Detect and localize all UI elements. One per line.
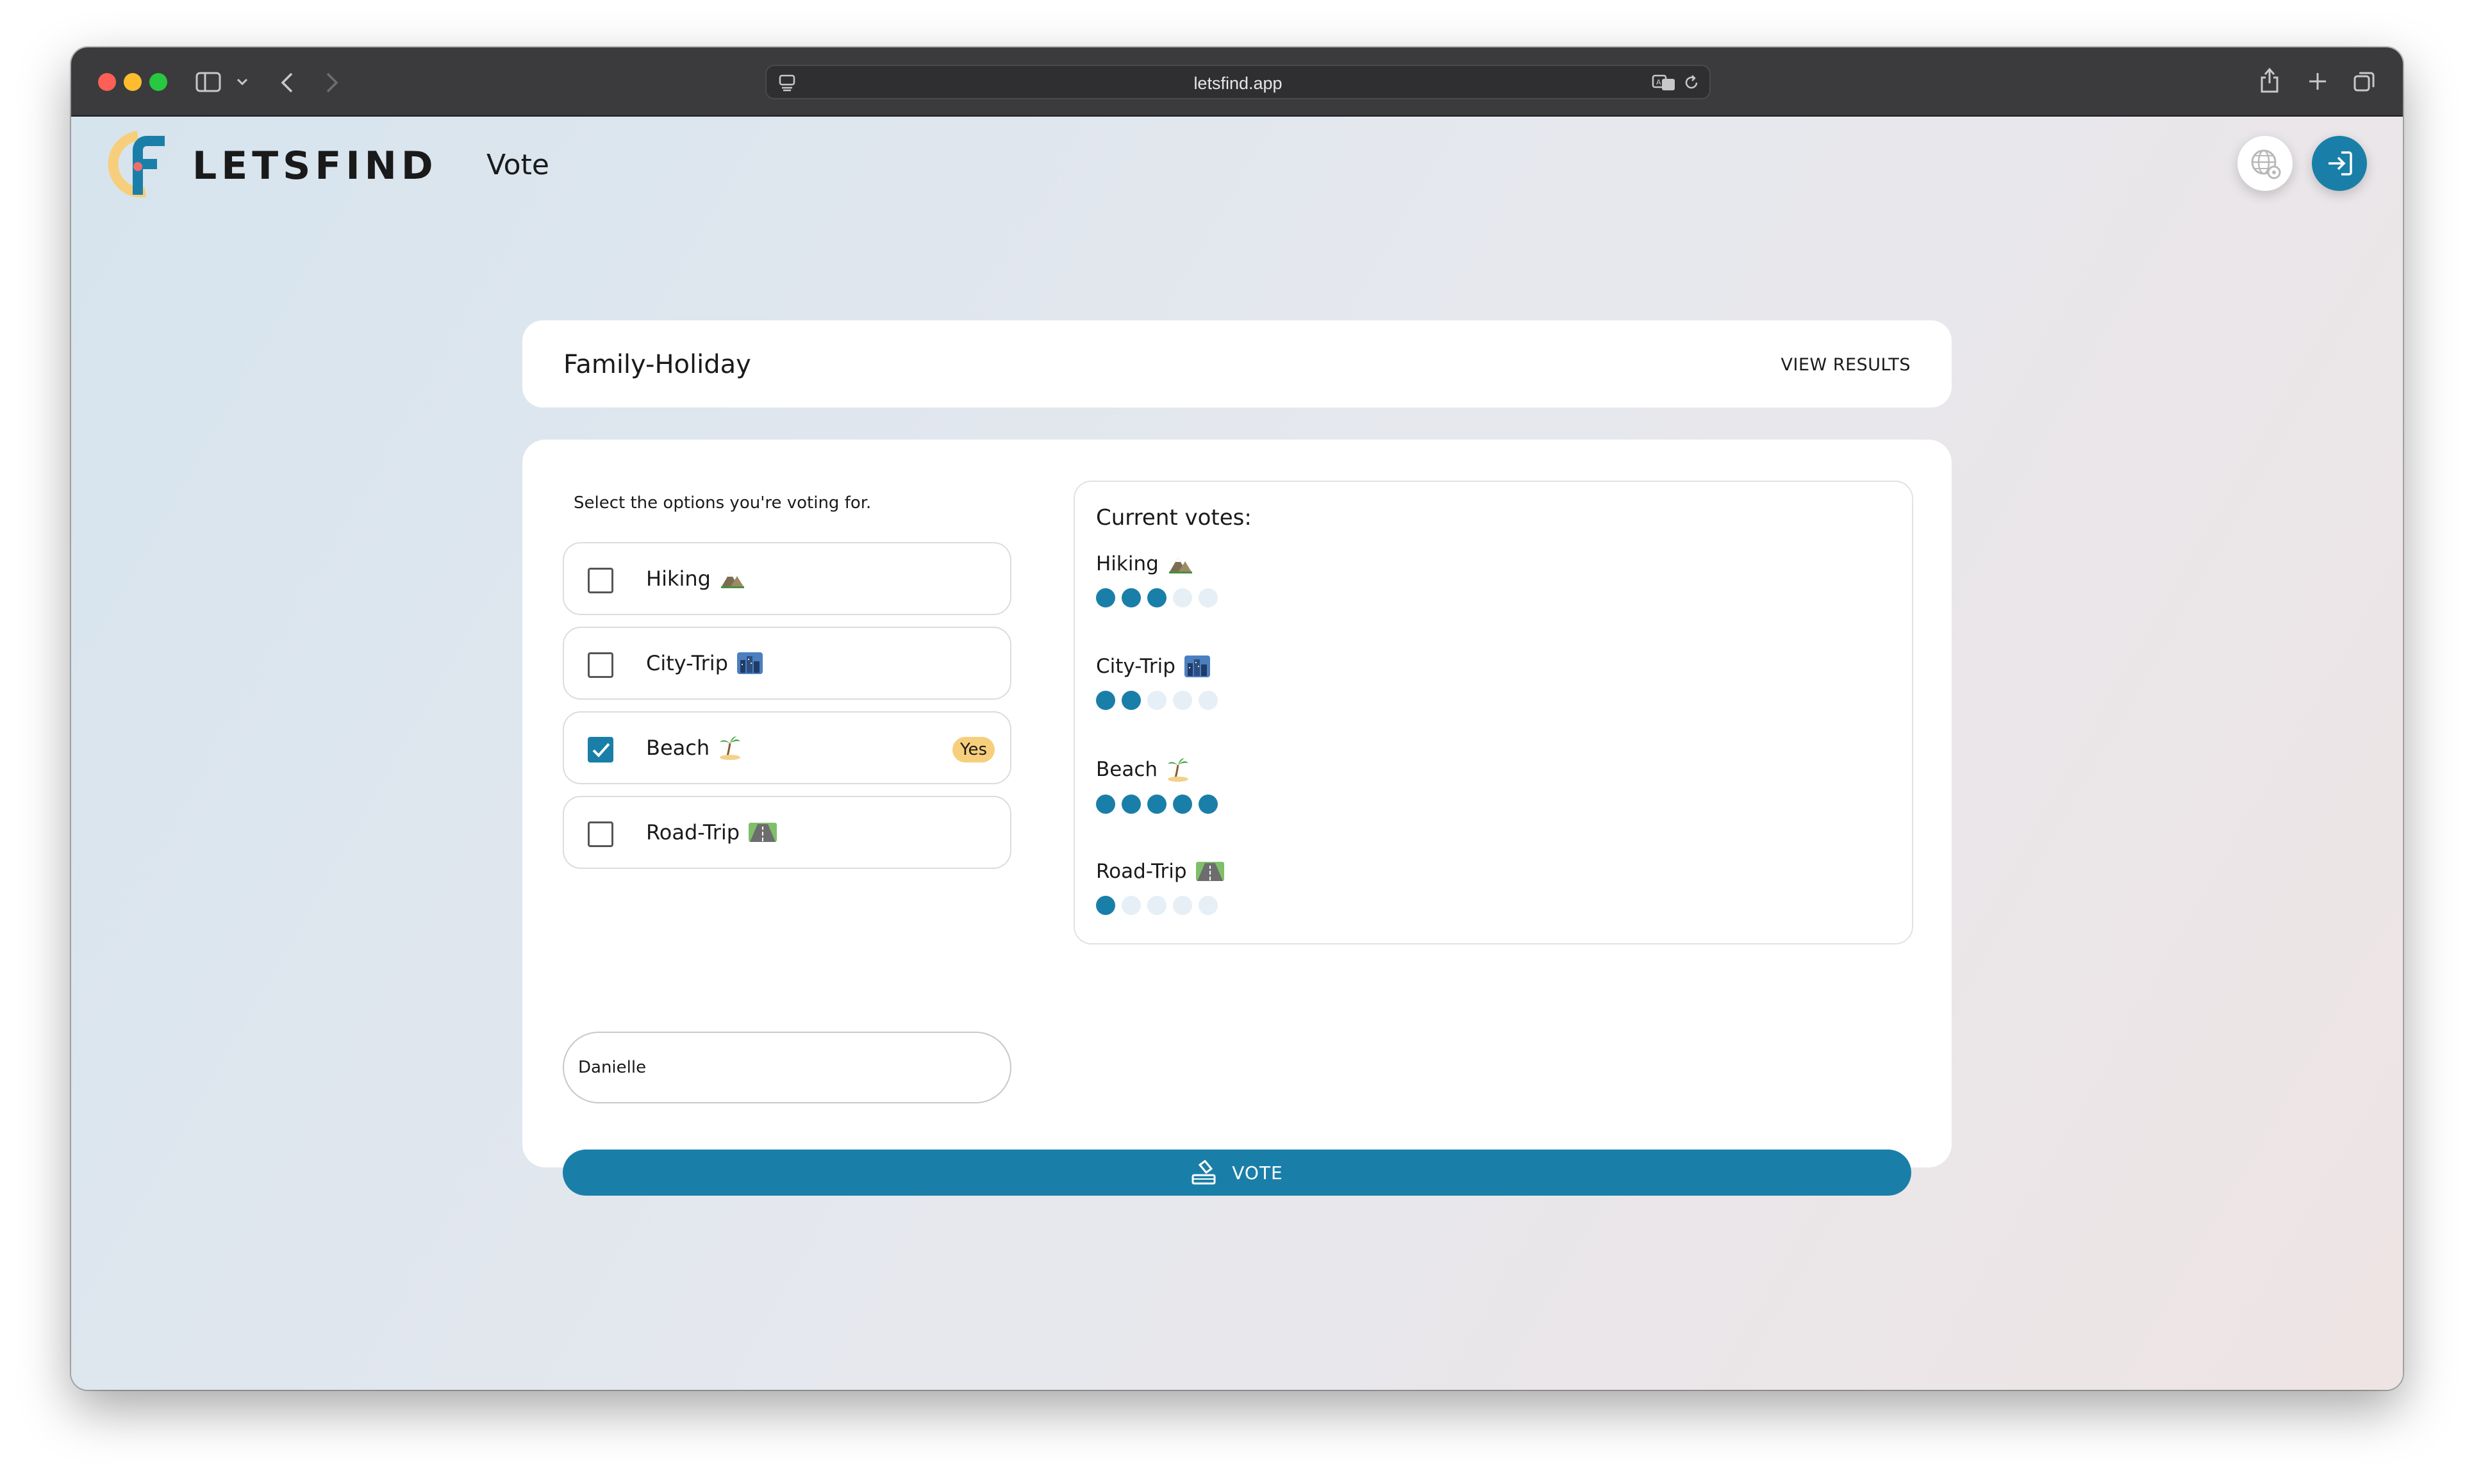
vote-dot-filled xyxy=(1096,795,1115,814)
tab-overview-icon[interactable] xyxy=(2353,70,2376,94)
ballot-box-icon xyxy=(1191,1160,1216,1185)
view-results-button[interactable]: VIEW RESULTS xyxy=(1781,355,1911,375)
vote-dot-empty xyxy=(1199,691,1218,710)
vote-row-label-wrap: Hiking xyxy=(1096,552,1218,575)
option-road-trip[interactable]: Road-Trip xyxy=(563,796,1011,869)
cityscape-icon xyxy=(736,652,763,674)
language-settings-button[interactable] xyxy=(2237,136,2293,191)
login-button[interactable] xyxy=(2312,136,2367,191)
vote-row-beach: Beach xyxy=(1096,757,1218,814)
logo-wordmark[interactable]: LETSFIND xyxy=(192,144,438,188)
new-tab-icon[interactable] xyxy=(2308,72,2327,91)
forward-arrow-icon[interactable] xyxy=(325,72,339,94)
checkmark-icon xyxy=(592,743,610,757)
palm-island-icon xyxy=(720,736,741,760)
poll-title: Family-Holiday xyxy=(563,350,751,379)
vote-dot-filled xyxy=(1147,588,1166,607)
translate-icon[interactable]: A xyxy=(1652,74,1676,92)
zoom-window-button[interactable] xyxy=(149,73,167,91)
mountain-icon xyxy=(720,572,744,588)
svg-text:A: A xyxy=(1656,78,1661,87)
option-road-trip-label-wrap: Road-Trip xyxy=(646,820,777,845)
vote-dots xyxy=(1096,896,1224,915)
vote-dot-filled xyxy=(1199,795,1218,814)
vote-dot-filled xyxy=(1122,691,1141,710)
vote-dot-empty xyxy=(1173,588,1192,607)
selected-badge: Yes xyxy=(952,737,995,763)
vote-row-hiking: Hiking xyxy=(1096,552,1218,607)
option-city-trip[interactable]: City-Trip xyxy=(563,627,1011,700)
chevron-down-icon[interactable] xyxy=(237,78,248,86)
vote-row-label: City-Trip xyxy=(1096,655,1175,678)
option-beach-label-wrap: Beach xyxy=(646,736,742,760)
page-content: LETSFIND Vote Family-Holiday VIEW RESULT… xyxy=(71,117,2403,1390)
close-window-button[interactable] xyxy=(98,73,116,91)
sidebar-toggle-icon[interactable] xyxy=(195,72,221,92)
vote-dot-filled xyxy=(1122,795,1141,814)
share-icon[interactable] xyxy=(2259,67,2280,94)
option-hiking-label-wrap: Hiking xyxy=(646,566,745,591)
option-road-trip-checkbox[interactable] xyxy=(588,821,613,847)
current-votes-title: Current votes: xyxy=(1096,505,1252,531)
vote-dot-filled xyxy=(1173,795,1192,814)
vote-dot-filled xyxy=(1096,896,1115,915)
browser-window: letsfind.app A LETSFIND Vote Family-Holi… xyxy=(71,47,2403,1390)
vote-row-label-wrap: Beach xyxy=(1096,757,1218,782)
vote-button-label: VOTE xyxy=(1232,1162,1283,1183)
vote-dot-filled xyxy=(1096,691,1115,710)
vote-dot-empty xyxy=(1173,896,1192,915)
vote-dot-filled xyxy=(1096,588,1115,607)
vote-row-label-wrap: City-Trip xyxy=(1096,655,1218,678)
reload-icon[interactable] xyxy=(1682,74,1700,92)
option-city-trip-checkbox[interactable] xyxy=(588,652,613,678)
option-hiking-checkbox[interactable] xyxy=(588,568,613,593)
option-label: Hiking xyxy=(646,566,711,591)
minimize-window-button[interactable] xyxy=(124,73,142,91)
letsfind-logo-icon[interactable] xyxy=(107,131,169,197)
ballot-card: Select the options you're voting for. Hi… xyxy=(522,440,1952,1196)
vote-row-label-wrap: Road-Trip xyxy=(1096,860,1224,883)
option-beach[interactable]: Beach Yes xyxy=(563,711,1011,784)
option-beach-checkbox[interactable] xyxy=(588,737,613,763)
vote-row-label: Beach xyxy=(1096,758,1158,781)
vote-dots xyxy=(1096,691,1218,710)
page-title: Vote xyxy=(486,149,549,181)
option-city-trip-label-wrap: City-Trip xyxy=(646,651,763,675)
back-arrow-icon[interactable] xyxy=(280,72,294,94)
vote-row-label: Road-Trip xyxy=(1096,860,1187,883)
road-icon xyxy=(749,823,777,842)
poll-header-card: Family-Holiday VIEW RESULTS xyxy=(522,320,1952,408)
vote-dot-empty xyxy=(1199,896,1218,915)
vote-dot-filled xyxy=(1147,795,1166,814)
palm-island-icon xyxy=(1168,758,1189,782)
url-text: letsfind.app xyxy=(1193,74,1283,93)
current-votes-panel: Current votes: Hiking City-Trip Beach Ro… xyxy=(1074,481,1913,944)
vote-row-road-trip: Road-Trip xyxy=(1096,860,1224,915)
vote-dot-empty xyxy=(1173,691,1192,710)
vote-dot-empty xyxy=(1122,896,1141,915)
option-label: Road-Trip xyxy=(646,820,740,845)
browser-toolbar: letsfind.app A xyxy=(71,47,2403,117)
login-arrow-icon xyxy=(2329,151,2352,176)
vote-dots xyxy=(1096,588,1218,607)
vote-row-city-trip: City-Trip xyxy=(1096,655,1218,710)
option-label: Beach xyxy=(646,736,710,760)
option-label: City-Trip xyxy=(646,651,728,675)
vote-dots xyxy=(1096,795,1218,814)
vote-dot-empty xyxy=(1199,588,1218,607)
vote-dot-empty xyxy=(1147,691,1166,710)
globe-gear-icon xyxy=(2251,149,2281,179)
vote-button[interactable]: VOTE xyxy=(563,1150,1911,1196)
mountain-icon xyxy=(1168,557,1192,573)
vote-row-label: Hiking xyxy=(1096,552,1159,575)
ballot-instruction: Select the options you're voting for. xyxy=(574,493,872,513)
option-hiking[interactable]: Hiking xyxy=(563,542,1011,615)
address-bar[interactable]: letsfind.app A xyxy=(765,65,1711,99)
vote-dot-filled xyxy=(1122,588,1141,607)
vote-dot-empty xyxy=(1147,896,1166,915)
road-icon xyxy=(1195,862,1224,881)
cityscape-icon xyxy=(1184,655,1210,677)
voter-name-input[interactable] xyxy=(563,1032,1011,1103)
